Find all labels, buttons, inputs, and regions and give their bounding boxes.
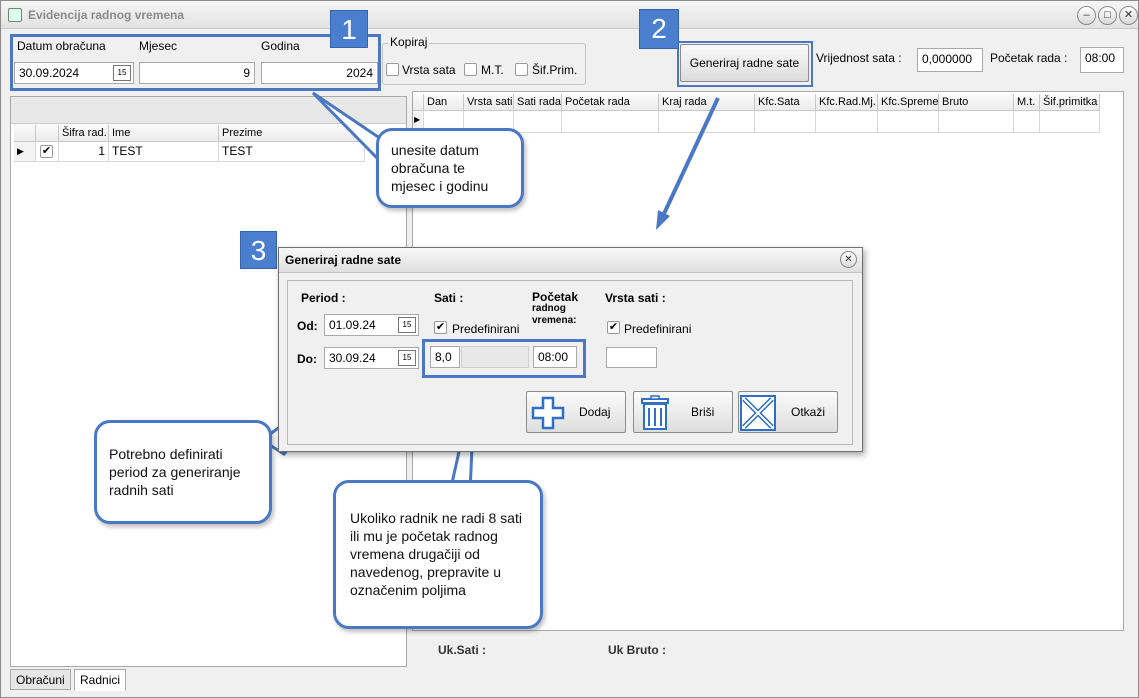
col-kfc-sata[interactable]: Kfc.Sata	[755, 94, 816, 111]
col-prezime[interactable]: Prezime	[219, 125, 365, 142]
callout-hours: Ukoliko radnik ne radi 8 sati ili mu je …	[333, 480, 543, 629]
col-sifra[interactable]: Šifra rad.	[59, 125, 109, 142]
col-kfc-spreme[interactable]: Kfc.Spreme	[878, 94, 939, 111]
od-date-value: 01.09.24	[329, 318, 376, 332]
workers-panel-header	[11, 97, 406, 124]
do-calendar-icon[interactable]: 15	[398, 350, 416, 366]
hours-cell[interactable]	[562, 111, 659, 133]
hours-cell[interactable]	[755, 111, 816, 133]
hours-cell[interactable]	[939, 111, 1014, 133]
od-label: Od:	[297, 319, 318, 333]
pocetak-label: Početak radnog vremena:	[532, 291, 578, 327]
brisi-button[interactable]: Briši	[633, 391, 733, 433]
vrsta-label: Vrsta sati :	[605, 291, 666, 305]
od-calendar-icon[interactable]: 15	[398, 317, 416, 333]
tab-obracuni[interactable]: Obračuni	[10, 669, 71, 690]
col-dan[interactable]: Dan	[424, 94, 464, 111]
brisi-label: Briši	[691, 405, 715, 419]
minimize-icon[interactable]: –	[1077, 6, 1096, 25]
vrsta-predef-label: Predefinirani	[624, 322, 692, 336]
app-icon	[8, 8, 22, 22]
vrijednost-input[interactable]: 0,000000	[917, 48, 983, 72]
otkazi-label: Otkaži	[791, 405, 826, 419]
generate-hours-dialog: Generiraj radne sate ✕ Period : Od: 01.0…	[278, 247, 863, 452]
vrsta-predef-checkbox[interactable]: ✔	[607, 321, 620, 334]
dialog-close-icon[interactable]: ✕	[840, 251, 857, 268]
kopiraj-mt-checkbox[interactable]	[464, 63, 477, 76]
tab-radnici[interactable]: Radnici	[74, 669, 127, 691]
hours-cell[interactable]	[816, 111, 878, 133]
period-label: Period :	[301, 291, 346, 305]
close-icon[interactable]: ✕	[1119, 6, 1138, 25]
row-selector-icon[interactable]: ▶	[14, 142, 36, 162]
hours-cell[interactable]	[878, 111, 939, 133]
kopiraj-label: Kopiraj	[388, 35, 430, 49]
hours-cell[interactable]	[1040, 111, 1100, 133]
hours-cell[interactable]	[659, 111, 755, 133]
worker-ime[interactable]: TEST	[109, 142, 219, 162]
dialog-title: Generiraj radne sate	[279, 248, 862, 273]
maximize-icon[interactable]: □	[1098, 6, 1117, 25]
worker-prezime[interactable]: TEST	[219, 142, 365, 162]
check-icon: ✔	[40, 145, 53, 158]
title-bar: Evidencija radnog vremena – □ ✕	[1, 1, 1138, 29]
kopiraj-sif-label: Šif.Prim.	[532, 63, 578, 77]
pocetak-label-line1: Početak	[532, 290, 579, 304]
plus-icon	[531, 396, 565, 430]
hours-cell[interactable]	[1014, 111, 1040, 133]
do-date-value: 30.09.24	[329, 351, 376, 365]
kopiraj-sif-checkbox[interactable]	[515, 63, 528, 76]
check-col-header	[36, 125, 59, 142]
col-mt[interactable]: M.t.	[1014, 94, 1040, 111]
pocetak-rada-input[interactable]: 08:00	[1080, 47, 1124, 73]
trash-icon	[641, 395, 669, 430]
dodaj-label: Dodaj	[579, 405, 611, 419]
cancel-x-icon	[740, 395, 776, 431]
highlight-box-generate	[677, 41, 813, 87]
pocetak-label-line2: radnog	[532, 303, 566, 314]
hours-cell[interactable]	[514, 111, 562, 133]
kopiraj-vrsta-label: Vrsta sata	[402, 63, 456, 77]
pocetak-label-line3: vremena:	[532, 315, 577, 326]
col-kfc-rad-mj[interactable]: Kfc.Rad.Mj.	[816, 94, 878, 111]
col-vrsta-sati[interactable]: Vrsta sati	[464, 94, 514, 111]
highlight-box-date	[10, 34, 381, 91]
col-kraj-rada[interactable]: Kraj rada	[659, 94, 755, 111]
kopiraj-vrsta-checkbox[interactable]	[386, 63, 399, 76]
callout-date: unesite datum obračuna te mjesec i godin…	[376, 128, 524, 208]
uk-sati-label: Uk.Sati :	[438, 643, 487, 657]
window-title: Evidencija radnog vremena	[28, 8, 185, 22]
badge-2: 2	[639, 9, 679, 49]
kopiraj-mt-label: M.T.	[481, 63, 504, 77]
dodaj-button[interactable]: Dodaj	[526, 391, 626, 433]
pocetak-rada-label: Početak rada :	[990, 51, 1068, 65]
vrijednost-label: Vrijednost sata :	[816, 51, 902, 65]
badge-3: 3	[240, 231, 277, 269]
uk-bruto-label: Uk Bruto :	[608, 643, 666, 657]
hours-grid-corner	[413, 94, 424, 111]
highlight-box-hours	[422, 339, 586, 378]
worker-sifra[interactable]: 1	[59, 142, 109, 162]
col-sif-primitka[interactable]: Šif.primitka	[1040, 94, 1100, 111]
do-label: Do:	[297, 352, 317, 366]
otkazi-button[interactable]: Otkaži	[738, 391, 838, 433]
callout-period: Potrebno definirati period za generiranj…	[94, 420, 272, 524]
badge-1: 1	[330, 10, 368, 48]
col-sati-rada[interactable]: Sati rada	[514, 94, 562, 111]
col-bruto[interactable]: Bruto	[939, 94, 1014, 111]
sati-predef-label: Predefinirani	[452, 322, 520, 336]
sati-label: Sati :	[434, 291, 464, 305]
sati-predef-checkbox[interactable]: ✔	[434, 321, 447, 334]
col-pocetak-rada[interactable]: Početak rada	[562, 94, 659, 111]
grid-corner	[14, 125, 36, 142]
vrsta-input[interactable]	[606, 347, 657, 368]
col-ime[interactable]: Ime	[109, 125, 219, 142]
worker-checkbox[interactable]: ✔	[36, 142, 59, 162]
